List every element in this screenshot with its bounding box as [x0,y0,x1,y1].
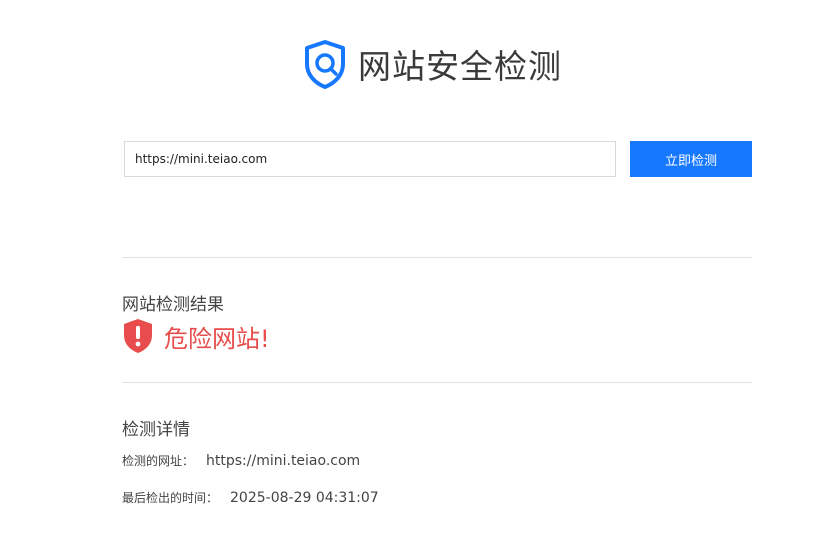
page-title: 网站安全检测 [358,47,562,86]
detail-value: 2025-08-29 04:31:07 [230,490,379,506]
result-section-title: 网站检测结果 [122,295,224,315]
details-section-title: 检测详情 [122,420,190,440]
result-status: 危险网站! [122,318,270,354]
url-input[interactable] [124,141,616,177]
search-bar: 立即检测 [124,141,752,177]
detail-value: https://mini.teiao.com [206,453,361,469]
divider [122,257,752,258]
logo: 网站安全检测 [302,39,562,89]
detail-label: 最后检出的时间： [122,491,219,505]
divider [122,382,752,383]
detail-row-time: 最后检出的时间： 2025-08-29 04:31:07 [122,489,379,506]
danger-status-text: 危险网站! [164,324,270,353]
shield-search-icon [305,40,345,89]
danger-shield-icon [124,319,152,353]
header: 网站安全检测 [0,36,824,92]
page: 网站安全检测 立即检测 网站检测结果 危险网站! 检测详情 检测的网址： htt… [0,0,824,544]
check-now-button[interactable]: 立即检测 [630,141,752,177]
detail-row-url: 检测的网址： https://mini.teiao.com [122,452,360,469]
detail-label: 检测的网址： [122,454,195,468]
